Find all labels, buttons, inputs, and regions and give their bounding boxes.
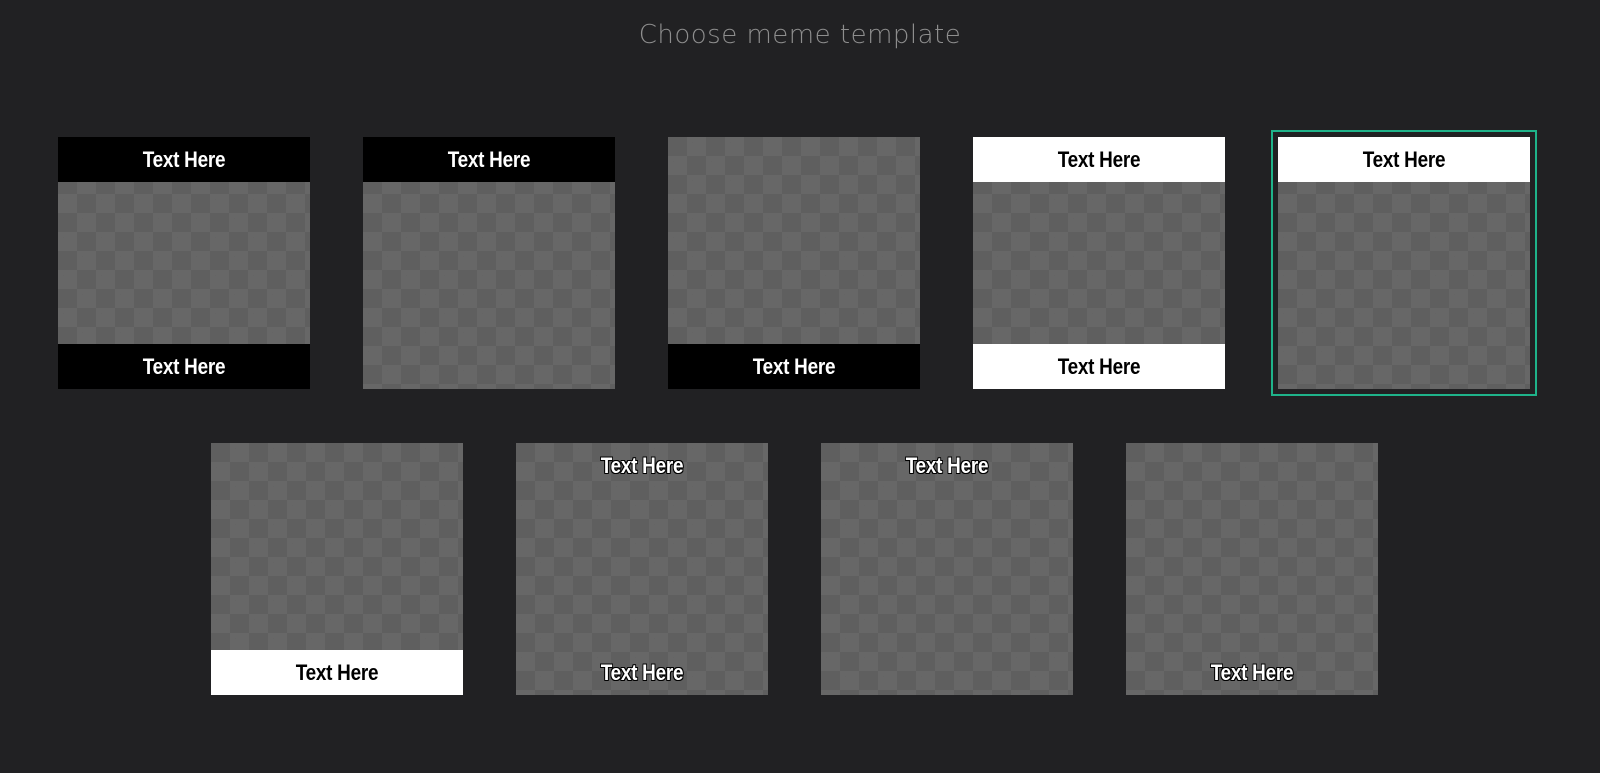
caption-bottom-text: Text Here	[1057, 353, 1141, 379]
caption-bottom: Text Here	[58, 344, 310, 389]
template-card-black-top[interactable]: Text Here	[363, 137, 615, 389]
caption-bottom: Text Here	[668, 344, 920, 389]
caption-top-text: Text Here	[447, 146, 531, 172]
caption-top: Text Here	[1278, 137, 1530, 182]
template-card-white-bottom[interactable]: Text Here	[211, 443, 463, 695]
template-card-outline-top-bottom[interactable]: Text Here Text Here	[516, 443, 768, 695]
caption-top-text: Text Here	[905, 452, 989, 478]
caption-top-text: Text Here	[600, 452, 684, 478]
caption-bottom: Text Here	[1126, 650, 1378, 695]
caption-top: Text Here	[58, 137, 310, 182]
caption-bottom-text: Text Here	[1210, 659, 1294, 685]
template-card-outline-bottom[interactable]: Text Here	[1126, 443, 1378, 695]
caption-top: Text Here	[363, 137, 615, 182]
template-card-black-bottom[interactable]: Text Here	[668, 137, 920, 389]
caption-top-text: Text Here	[1057, 146, 1141, 172]
caption-top: Text Here	[821, 443, 1073, 488]
template-card-black-top-bottom[interactable]: Text Here Text Here	[58, 137, 310, 389]
caption-top: Text Here	[973, 137, 1225, 182]
caption-bottom-text: Text Here	[142, 353, 226, 379]
caption-bottom-text: Text Here	[752, 353, 836, 379]
caption-bottom: Text Here	[211, 650, 463, 695]
caption-top: Text Here	[516, 443, 768, 488]
template-card-outline-top[interactable]: Text Here	[821, 443, 1073, 695]
template-card-white-top[interactable]: Text Here	[1271, 130, 1537, 396]
caption-bottom: Text Here	[516, 650, 768, 695]
caption-bottom-text: Text Here	[295, 659, 379, 685]
template-card-white-top-bottom[interactable]: Text Here Text Here	[973, 137, 1225, 389]
caption-bottom-text: Text Here	[600, 659, 684, 685]
caption-bottom: Text Here	[973, 344, 1225, 389]
template-grid: Text Here Text Here Text Here Text Here …	[0, 0, 1600, 773]
caption-top-text: Text Here	[1362, 146, 1446, 172]
caption-top-text: Text Here	[142, 146, 226, 172]
